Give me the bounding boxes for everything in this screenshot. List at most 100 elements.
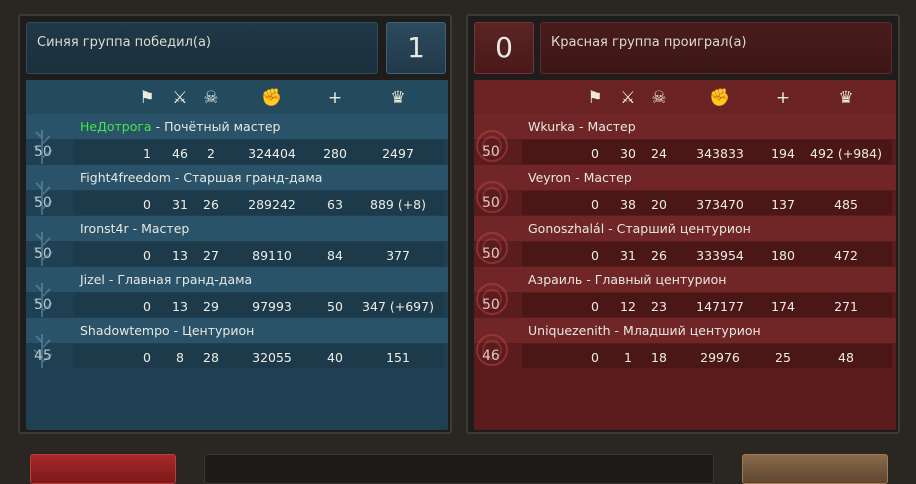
player-level: 50 [482, 246, 500, 262]
player-row[interactable]: 50 Jizel - Главная гранд-дама 0 13 29 97993 50… [26, 267, 448, 318]
player-rank: Младший центурион [623, 323, 761, 338]
name-separator: - [151, 119, 165, 134]
faction-emblem-icon: 50 [476, 175, 520, 213]
player-name-rank: Shadowtempo - Центурион [80, 323, 254, 338]
stat-heal: 174 [771, 299, 795, 314]
name-separator: - [170, 170, 184, 185]
player-level: 50 [482, 195, 500, 211]
stat-flags: 0 [143, 350, 151, 365]
red-team-table: ⚑ ⚔ ☠ ✊ + ♛ 50 Wkurka - Мастер 0 30 24 343833… [474, 80, 896, 430]
player-row[interactable]: 45 Shadowtempo - Центурион 0 8 28 32055 40 151 [26, 318, 448, 369]
stat-damage: 324404 [248, 146, 296, 161]
class-emblem-icon: 50 [28, 124, 72, 164]
stat-kills: 13 [172, 248, 188, 263]
stat-score: 2497 [382, 146, 414, 161]
leave-button[interactable] [30, 454, 176, 484]
stat-heal: 50 [327, 299, 343, 314]
name-separator: - [582, 272, 595, 287]
player-name: Uniquezenith [528, 323, 611, 338]
stat-deaths: 24 [651, 146, 667, 161]
player-name: Ironst4r [80, 221, 129, 236]
player-row[interactable]: 50 Fight4freedom - Старшая гранд-дама 0 31 2… [26, 165, 448, 216]
player-row[interactable]: 50 Gonoszhalál - Старший центурион 0 31 26 33… [474, 216, 896, 267]
stat-damage: 289242 [248, 197, 296, 212]
stat-kills: 31 [172, 197, 188, 212]
player-rank: Мастер [141, 221, 190, 236]
stat-kills: 1 [624, 350, 632, 365]
player-name: Veyron [528, 170, 572, 185]
fist-icon: ✊ [709, 88, 731, 108]
player-rank: Мастер [587, 119, 636, 134]
player-row[interactable]: 46 Uniquezenith - Младший центурион 0 1 18 29… [474, 318, 896, 369]
bottom-bar [204, 454, 714, 484]
stat-kills: 12 [620, 299, 636, 314]
player-name-rank: Азраиль - Главный центурион [528, 272, 726, 287]
stat-heal: 84 [327, 248, 343, 263]
name-separator: - [571, 170, 584, 185]
stat-flags: 0 [143, 299, 151, 314]
player-name: Wkurka [528, 119, 575, 134]
crossed-swords-icon: ⚔ [620, 88, 636, 108]
player-rank: Старшая гранд-дама [183, 170, 323, 185]
player-row[interactable]: 50 Veyron - Мастер 0 38 20 373470 137 485 [474, 165, 896, 216]
stat-flags: 1 [143, 146, 151, 161]
flag-icon: ⚑ [587, 88, 603, 108]
player-level: 45 [34, 348, 52, 364]
stat-damage: 147177 [696, 299, 744, 314]
action-button[interactable] [742, 454, 888, 484]
player-name-rank: Ironst4r - Мастер [80, 221, 189, 236]
skull-icon: ☠ [651, 88, 667, 108]
stat-flags: 0 [591, 350, 599, 365]
skull-icon: ☠ [203, 88, 219, 108]
stat-kills: 46 [172, 146, 188, 161]
player-rank: Главный центурион [594, 272, 727, 287]
stat-deaths: 2 [207, 146, 215, 161]
stat-heal: 137 [771, 197, 795, 212]
column-icons-row: ⚑ ⚔ ☠ ✊ + ♛ [26, 80, 448, 114]
blue-team-score: 1 [386, 22, 446, 74]
class-emblem-icon: 50 [28, 226, 72, 266]
stat-kills: 31 [620, 248, 636, 263]
player-level: 50 [34, 246, 52, 262]
player-name-rank: НеДотрога - Почётный мастер [80, 119, 281, 134]
stat-deaths: 20 [651, 197, 667, 212]
faction-emblem-icon: 50 [476, 124, 520, 162]
player-rank: Мастер [583, 170, 632, 185]
class-emblem-icon: 50 [28, 175, 72, 215]
player-row[interactable]: 50 НеДотрога - Почётный мастер 1 46 2 324404 2… [26, 114, 448, 165]
player-name-rank: Jizel - Главная гранд-дама [80, 272, 252, 287]
red-team-title-box: Красная группа проиграл(а) [540, 22, 892, 74]
player-rank: Старший центурион [616, 221, 751, 236]
stat-deaths: 26 [651, 248, 667, 263]
player-name: НеДотрога [80, 119, 152, 134]
player-name: Азраиль [528, 272, 583, 287]
name-separator: - [604, 221, 617, 236]
stat-heal: 40 [327, 350, 343, 365]
stat-deaths: 29 [203, 299, 219, 314]
stat-flags: 0 [591, 197, 599, 212]
stat-heal: 180 [771, 248, 795, 263]
fist-icon: ✊ [261, 88, 283, 108]
player-name-rank: Uniquezenith - Младший центурион [528, 323, 761, 338]
stat-score: 151 [386, 350, 410, 365]
faction-emblem-icon: 50 [476, 226, 520, 264]
player-row[interactable]: 50 Wkurka - Мастер 0 30 24 343833 194 492 (+984… [474, 114, 896, 165]
stat-score: 492 (+984) [810, 146, 882, 161]
flag-icon: ⚑ [139, 88, 155, 108]
stat-deaths: 26 [203, 197, 219, 212]
red-team-result-title: Красная группа проиграл(а) [551, 35, 747, 50]
player-name-rank: Fight4freedom - Старшая гранд-дама [80, 170, 322, 185]
blue-team-panel: Синяя группа победил(а) 1 ⚑ ⚔ ☠ ✊ + ♛ 50… [18, 14, 452, 434]
player-name-rank: Gonoszhalál - Старший центурион [528, 221, 751, 236]
player-level: 50 [482, 297, 500, 313]
faction-emblem-icon: 50 [476, 277, 520, 315]
player-name: Fight4freedom [80, 170, 171, 185]
player-level: 46 [482, 348, 500, 364]
player-row[interactable]: 50 Азраиль - Главный центурион 0 12 23 147177… [474, 267, 896, 318]
stat-deaths: 18 [651, 350, 667, 365]
stat-damage: 333954 [696, 248, 744, 263]
crossed-swords-icon: ⚔ [172, 88, 188, 108]
player-row[interactable]: 50 Ironst4r - Мастер 0 13 27 89110 84 377 [26, 216, 448, 267]
stat-score: 377 [386, 248, 410, 263]
blue-team-title-box: Синяя группа победил(а) [26, 22, 378, 74]
